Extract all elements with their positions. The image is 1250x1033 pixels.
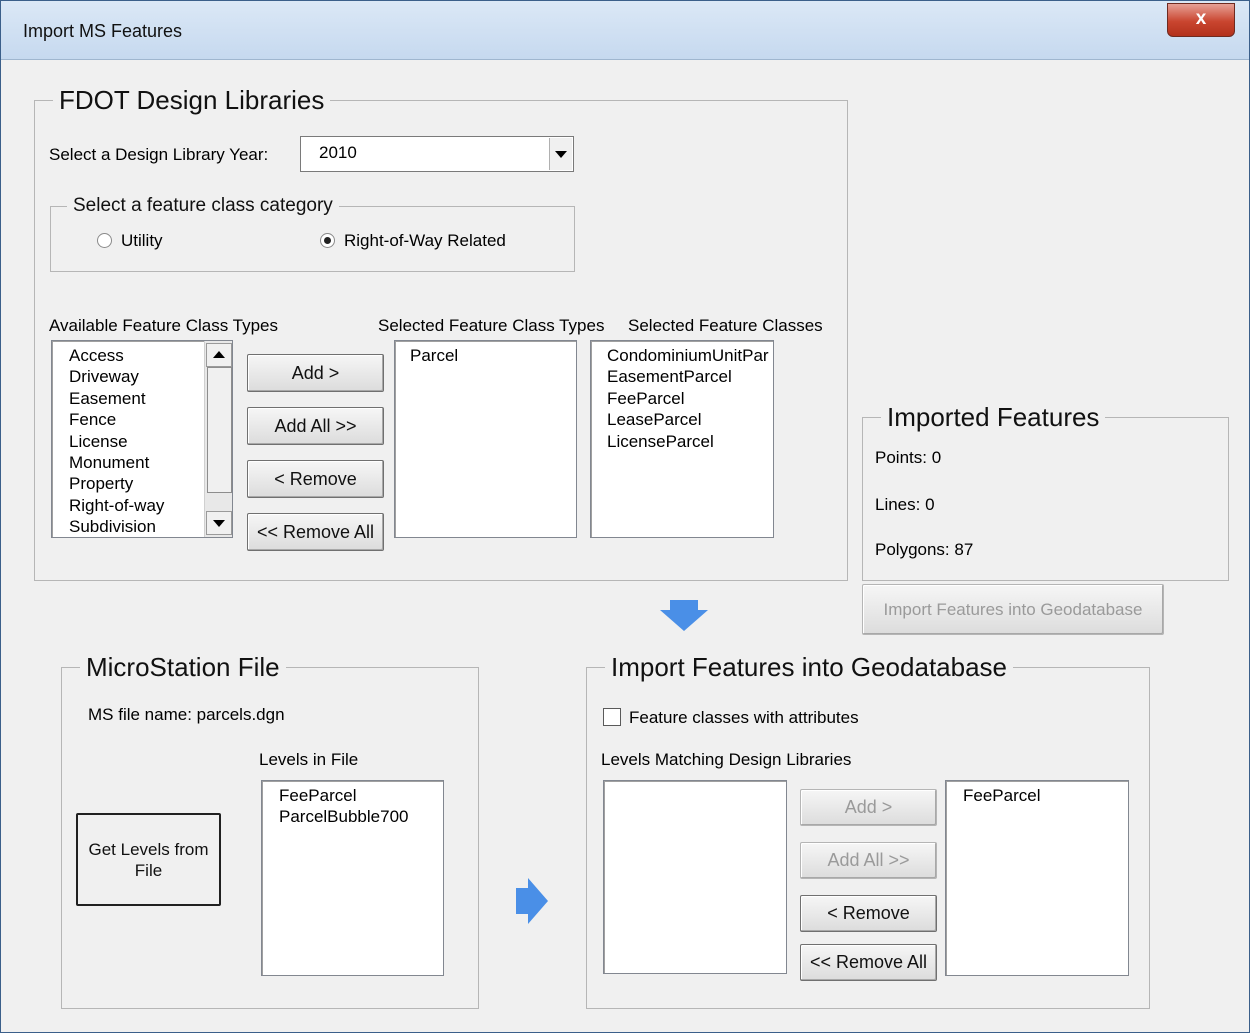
arrow-up-icon: [213, 351, 225, 358]
imported-features-title: Imported Features: [881, 402, 1106, 433]
year-label: Select a Design Library Year:: [49, 145, 269, 164]
scroll-thumb[interactable]: [207, 367, 232, 493]
remove-button[interactable]: < Remove: [247, 460, 384, 498]
attributes-checkbox[interactable]: [603, 708, 621, 726]
levels-in-file-label: Levels in File: [259, 750, 359, 769]
scroll-down-button[interactable]: [206, 511, 232, 535]
selected-types-list[interactable]: Parcel: [394, 340, 577, 538]
geo-remove-button[interactable]: < Remove: [800, 895, 937, 932]
right-of-way-radio-label[interactable]: Right-of-Way Related: [344, 231, 506, 251]
radio-selected-dot: [324, 237, 331, 244]
chevron-down-icon: [555, 151, 567, 158]
category-title: Select a feature class category: [67, 195, 339, 217]
list-item[interactable]: Parcel: [410, 345, 576, 366]
microstation-title: MicroStation File: [80, 652, 286, 683]
utility-radio-label[interactable]: Utility: [121, 231, 163, 251]
geo-add-all-button[interactable]: Add All >>: [800, 842, 937, 879]
arrow-right-icon: [516, 878, 548, 924]
arrow-down-icon: [660, 600, 708, 631]
get-levels-button[interactable]: Get Levels from File: [76, 813, 221, 906]
year-dropdown-button[interactable]: [549, 138, 572, 170]
available-scrollbar[interactable]: [204, 341, 232, 537]
selected-classes-label: Selected Feature Classes: [628, 316, 823, 335]
remove-all-button[interactable]: << Remove All: [247, 513, 384, 551]
scroll-up-button[interactable]: [206, 343, 232, 367]
ms-file-name: MS file name: parcels.dgn: [88, 705, 285, 724]
list-item[interactable]: FeeParcel: [963, 785, 1128, 806]
utility-radio[interactable]: [97, 233, 112, 248]
year-dropdown[interactable]: 2010: [300, 136, 574, 172]
levels-in-file-list[interactable]: FeeParcel ParcelBubble700: [261, 780, 444, 976]
close-button[interactable]: x: [1167, 3, 1235, 37]
arrow-down-small-icon: [213, 520, 225, 527]
right-of-way-radio[interactable]: [320, 233, 335, 248]
geo-remove-all-button[interactable]: << Remove All: [800, 944, 937, 981]
import-features-button[interactable]: Import Features into Geodatabase: [862, 584, 1164, 635]
window-title: Import MS Features: [23, 21, 183, 41]
list-item[interactable]: FeeParcel: [279, 785, 443, 806]
polygons-count: Polygons: 87: [875, 540, 974, 559]
get-levels-button-label: Get Levels from File: [88, 839, 209, 880]
list-item[interactable]: CondominiumUnitPar: [607, 345, 773, 366]
lines-count: Lines: 0: [875, 495, 935, 514]
points-count: Points: 0: [875, 448, 942, 467]
year-value: 2010: [319, 143, 357, 162]
add-all-button[interactable]: Add All >>: [247, 407, 384, 445]
dialog-window: Import MS Features x FDOT Design Librari…: [0, 0, 1250, 1033]
list-item[interactable]: LicenseParcel: [607, 431, 773, 452]
list-item[interactable]: LeaseParcel: [607, 409, 773, 430]
import-geodatabase-title: Import Features into Geodatabase: [605, 652, 1014, 683]
target-levels-list[interactable]: FeeParcel: [945, 780, 1129, 976]
matching-levels-label: Levels Matching Design Libraries: [601, 750, 852, 769]
selected-classes-list[interactable]: CondominiumUnitPar EasementParcel FeePar…: [590, 340, 774, 538]
title-bar: Import MS Features x: [1, 1, 1249, 60]
list-item[interactable]: ParcelBubble700: [279, 806, 443, 827]
available-types-label: Available Feature Class Types: [49, 316, 278, 335]
list-item[interactable]: EasementParcel: [607, 366, 773, 387]
attributes-checkbox-label[interactable]: Feature classes with attributes: [629, 708, 859, 728]
matching-levels-list[interactable]: [603, 780, 787, 974]
selected-types-label: Selected Feature Class Types: [378, 316, 605, 335]
geo-add-button[interactable]: Add >: [800, 789, 937, 826]
close-icon: x: [1195, 8, 1207, 29]
available-types-list[interactable]: Access Driveway Easement Fence License M…: [51, 340, 233, 538]
add-button[interactable]: Add >: [247, 354, 384, 392]
list-item[interactable]: FeeParcel: [607, 388, 773, 409]
design-libraries-title: FDOT Design Libraries: [53, 85, 331, 116]
